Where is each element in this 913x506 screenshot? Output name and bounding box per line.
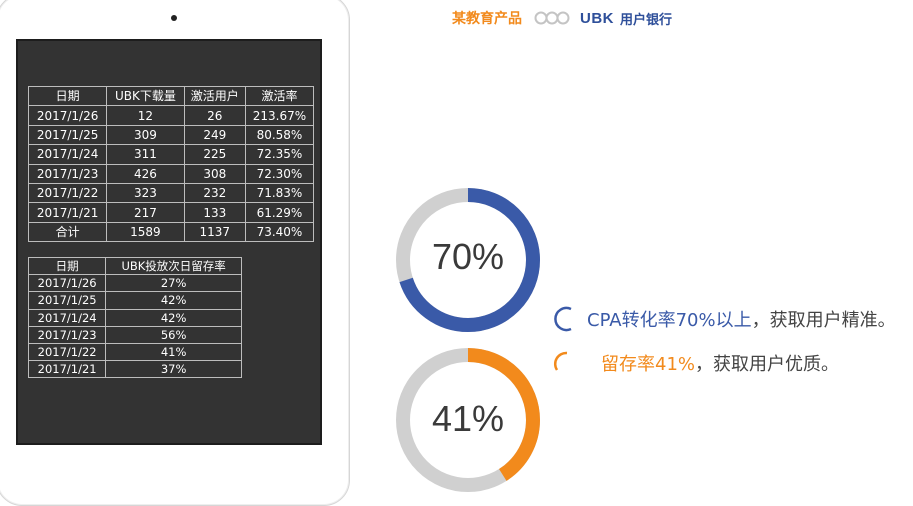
activation-table-cell: 1589 (106, 221, 185, 243)
retention-table-cell: 2017/1/23 (27, 325, 107, 344)
retention-table-row: 2017/1/21 37% (27, 360, 242, 379)
retention-table-header-row: 日期 UBK投放次日留存率 (27, 256, 242, 276)
activation-table-row: 2017/1/21 217 133 61.29% (27, 202, 315, 223)
retention-table-cell: 2017/1/24 (27, 308, 107, 327)
camera-dot (171, 15, 177, 21)
activation-table-cell: 2017/1/21 (27, 202, 108, 223)
tablet-device: 日期 UBK下载量 激活用户 激活率 2017/1/26 12 26 213.67% 2017/… (0, 0, 350, 506)
activation-table-header-cell: 日期 (27, 85, 108, 107)
activation-table-cell: 232 (183, 182, 246, 204)
activation-table-cell: 217 (106, 202, 185, 223)
caption-conversion-highlight: CPA转化率70%以上 (587, 310, 752, 331)
activation-table-cell: 2017/1/24 (27, 144, 108, 165)
retention-table-cell: 27% (105, 274, 242, 293)
caption-conversion: CPA转化率70%以上 ，获取用户精准。 (553, 306, 896, 332)
activation-table-cell: 2017/1/26 (27, 105, 108, 126)
brand-header: 某教育产品 UBK 用户银行 (452, 8, 672, 28)
activation-table-header-cell: 激活用户 (183, 85, 246, 107)
activation-table-row: 2017/1/26 12 26 213.67% (27, 105, 315, 126)
retention-table: 日期 UBK投放次日留存率 2017/1/26 27% 2017/1/25 42% 2017… (27, 256, 242, 379)
retention-table-header-cell: 日期 (27, 256, 107, 276)
retention-table-cell: 41% (105, 342, 242, 362)
activation-table-header-row: 日期 UBK下载量 激活用户 激活率 (27, 85, 315, 107)
activation-table-cell: 26 (183, 105, 246, 126)
retention-table-cell: 42% (105, 291, 242, 310)
brand-right-text: 用户银行 (620, 11, 673, 27)
activation-table-row: 2017/1/22 323 232 71.83% (27, 182, 315, 204)
retention-table-cell: 2017/1/21 (27, 360, 107, 379)
activation-table-cell: 1137 (183, 221, 246, 243)
activation-table-cell: 309 (106, 124, 185, 146)
activation-table-cell: 311 (106, 144, 185, 165)
retention-table-cell: 2017/1/22 (27, 342, 107, 362)
activation-table-header-cell: UBK下载量 (106, 85, 185, 107)
retention-table-row: 2017/1/22 41% (27, 342, 242, 362)
retention-table-cell: 2017/1/25 (27, 291, 107, 310)
arc-bullet-icon (553, 351, 568, 371)
activation-table-cell: 2017/1/25 (27, 124, 108, 146)
donut-conversion: 70% (394, 186, 542, 334)
donut-retention: 41% (394, 346, 542, 494)
activation-table-row: 2017/1/24 311 225 72.35% (27, 144, 315, 165)
activation-table-row: 2017/1/23 426 308 72.30% (27, 163, 315, 184)
activation-table-cell: 323 (106, 182, 185, 204)
retention-table-header-cell: UBK投放次日留存率 (105, 256, 242, 276)
caption-conversion-rest: ，获取用户精准。 (751, 310, 896, 331)
retention-table-row: 2017/1/26 27% (27, 274, 242, 293)
linked-rings-icon (534, 11, 570, 25)
activation-table-cell: 133 (183, 202, 246, 223)
activation-table-row: 合计 1589 1137 73.40% (27, 221, 315, 243)
retention-table-cell: 42% (105, 308, 242, 327)
donut-conversion-label: 70% (431, 236, 505, 277)
activation-table-row: 2017/1/25 309 249 80.58% (27, 124, 315, 146)
activation-table-cell: 71.83% (244, 182, 315, 204)
retention-table-cell: 37% (105, 360, 242, 379)
arc-bullet-icon (554, 306, 572, 332)
activation-table-cell: 73.40% (244, 221, 315, 243)
activation-table-header-cell: 激活率 (244, 85, 315, 107)
activation-table-cell: 72.30% (244, 163, 315, 184)
activation-table-cell: 合计 (27, 221, 108, 243)
donut-retention-label: 41% (431, 398, 505, 439)
retention-table-cell: 56% (105, 325, 242, 344)
brand-ubk-logo: UBK (580, 9, 614, 27)
retention-table-row: 2017/1/25 42% (27, 291, 242, 310)
activation-table-cell: 225 (183, 144, 246, 165)
activation-table-cell: 213.67% (244, 105, 315, 126)
retention-table-row: 2017/1/23 56% (27, 325, 242, 344)
activation-table-cell: 2017/1/23 (27, 163, 108, 184)
caption-retention: 留存率41% ，获取用户优质。 (553, 350, 839, 376)
activation-table-cell: 308 (183, 163, 246, 184)
tablet-screen: 日期 UBK下载量 激活用户 激活率 2017/1/26 12 26 213.67% 2017/… (16, 39, 322, 445)
retention-table-row: 2017/1/24 42% (27, 308, 242, 327)
retention-table-cell: 2017/1/26 (27, 274, 107, 293)
activation-table-cell: 80.58% (244, 124, 315, 146)
caption-retention-highlight: 留存率41% (601, 354, 696, 375)
activation-table-cell: 2017/1/22 (27, 182, 108, 204)
activation-table-cell: 249 (183, 124, 246, 146)
activation-table-cell: 426 (106, 163, 185, 184)
activation-table-cell: 72.35% (244, 144, 315, 165)
activation-table-cell: 61.29% (244, 202, 315, 223)
caption-retention-rest: ，获取用户优质。 (695, 354, 840, 375)
brand-left-text: 某教育产品 (452, 10, 522, 26)
activation-table-cell: 12 (106, 105, 185, 126)
activation-table: 日期 UBK下载量 激活用户 激活率 2017/1/26 12 26 213.67% 2017/… (27, 85, 315, 243)
